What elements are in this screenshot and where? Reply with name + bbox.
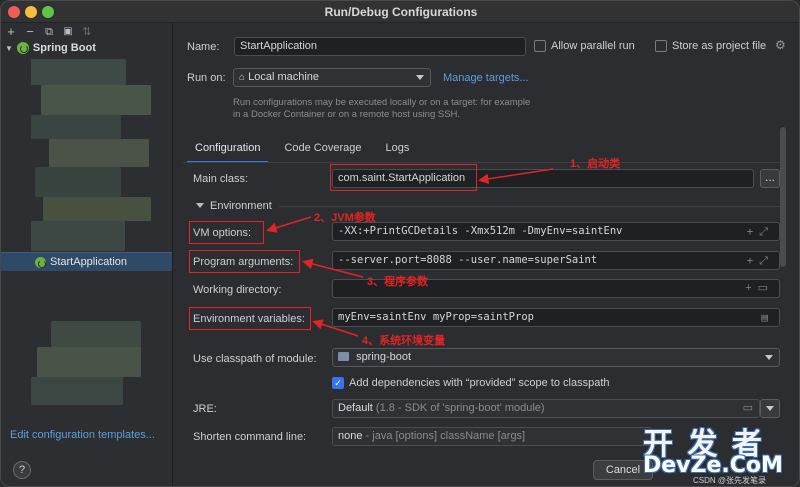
add-dependencies-label: Add dependencies with “provided” scope t… [349, 377, 610, 389]
tab-configuration[interactable]: Configuration [187, 139, 269, 163]
blurred-item [31, 221, 125, 251]
tree-item-label: StartApplication [50, 256, 128, 268]
chevron-down-icon[interactable] [196, 203, 204, 208]
tab-logs[interactable]: Logs [378, 139, 418, 161]
jre-value: Default [338, 402, 373, 414]
blurred-item [37, 347, 141, 377]
run-on-dropdown[interactable]: ⌂ Local machine [233, 68, 431, 87]
tab-code-coverage[interactable]: Code Coverage [276, 139, 369, 161]
environment-section-label[interactable]: Environment [210, 200, 272, 212]
blurred-item [49, 139, 149, 167]
shorten-command-line-detail: - java [options] className [args] [365, 430, 526, 442]
chevron-down-icon [416, 75, 424, 80]
allow-parallel-label: Allow parallel run [551, 40, 635, 52]
blurred-item [31, 59, 126, 85]
shorten-command-line-value: none [338, 430, 363, 442]
shorten-command-line-dropdown[interactable]: none - java [options] className [args] [332, 427, 652, 446]
environment-variables-field[interactable]: myEnv=saintEnv myProp=saintProp ▤ [332, 308, 780, 327]
jre-label: JRE: [193, 403, 217, 415]
vm-options-value: -XX:+PrintGCDetails -Xmx512m -DmyEnv=sai… [338, 225, 623, 237]
home-icon: ⌂ [239, 72, 246, 83]
tree-item-startapplication[interactable]: StartApplication [1, 252, 172, 271]
environment-variables-value: myEnv=saintEnv myProp=saintProp [338, 311, 534, 323]
add-icon[interactable]: + [5, 25, 17, 39]
close-window-button[interactable] [8, 6, 20, 18]
main-class-label: Main class: [193, 173, 249, 185]
watermark-csdn: CSDN @张先发笔录 [693, 476, 767, 485]
minimize-window-button[interactable] [25, 6, 37, 18]
tabs-divider [183, 162, 781, 163]
name-field[interactable]: StartApplication [234, 37, 526, 56]
classpath-module-dropdown[interactable]: spring-boot [332, 348, 780, 367]
sidebar-toolbar: + − ⧉ ▣ ⇅ [1, 23, 172, 41]
run-on-label: Run on: [187, 72, 226, 84]
name-label: Name: [187, 41, 220, 53]
expand-icon[interactable]: +⤢ [747, 223, 774, 240]
blurred-item [51, 321, 141, 347]
chevron-down-icon [765, 355, 773, 360]
add-dependencies-checkbox[interactable]: ✓ [332, 377, 344, 389]
store-project-checkbox[interactable] [655, 40, 667, 52]
tree-root-spring-boot[interactable]: ▼ Spring Boot [5, 42, 96, 54]
manage-targets-link[interactable]: Manage targets... [443, 72, 529, 84]
run-on-hint: Run configurations may be executed local… [233, 97, 531, 120]
annotation-main-class: 1、启动类 [570, 158, 621, 170]
classpath-module-label: Use classpath of module: [193, 353, 317, 365]
sort-icon[interactable]: ⇅ [81, 25, 93, 39]
vm-options-field[interactable]: -XX:+PrintGCDetails -Xmx512m -DmyEnv=sai… [332, 222, 780, 241]
annotation-jvm-params: 2、JVM参数 [314, 212, 376, 224]
environment-divider [279, 206, 781, 207]
annotation-box-program-arguments [189, 250, 300, 273]
program-arguments-field[interactable]: --server.port=8088 --user.name=superSain… [332, 251, 780, 270]
copy-icon[interactable]: ⧉ [43, 25, 55, 39]
window-title: Run/Debug Configurations [324, 5, 478, 19]
chevron-down-icon[interactable]: ▼ [5, 44, 13, 53]
jre-field[interactable]: Default (1.8 - SDK of 'spring-boot' modu… [332, 399, 760, 418]
jre-dropdown-button[interactable] [760, 399, 780, 418]
tree-root-label: Spring Boot [32, 42, 96, 54]
classpath-module-value: spring-boot [356, 351, 412, 363]
blurred-item [31, 115, 121, 139]
shorten-command-line-label: Shorten command line: [193, 431, 307, 443]
expand-icon[interactable]: +⤢ [747, 252, 774, 269]
chevron-down-icon [766, 406, 774, 411]
spring-boot-icon [16, 42, 29, 54]
program-arguments-value: --server.port=8088 --user.name=superSain… [338, 254, 598, 266]
annotation-box-main-class [330, 164, 477, 191]
help-button[interactable]: ? [13, 461, 31, 479]
title-bar: Run/Debug Configurations [1, 1, 799, 23]
scrollbar-thumb[interactable] [780, 127, 786, 267]
folder-open-icon[interactable]: ▭ [743, 400, 753, 417]
blurred-configuration-list [31, 59, 151, 434]
annotation-box-vm-options [189, 221, 264, 244]
document-icon[interactable]: ▤ [761, 309, 774, 326]
folder-open-icon[interactable]: +▭ [745, 280, 774, 297]
allow-parallel-checkbox[interactable] [534, 40, 546, 52]
annotation-env-vars: 4、系统环境变量 [362, 335, 446, 347]
annotation-box-environment-variables [189, 307, 311, 330]
zoom-window-button[interactable] [42, 6, 54, 18]
folder-icon[interactable]: ▣ [62, 25, 74, 39]
edit-configuration-templates-link[interactable]: Edit configuration templates... [10, 429, 155, 441]
configurations-sidebar: + − ⧉ ▣ ⇅ ▼ Spring Boot StartApplication… [1, 23, 173, 486]
module-folder-icon [338, 352, 349, 361]
working-directory-label: Working directory: [193, 284, 282, 296]
configuration-editor: Name: StartApplication Allow parallel ru… [173, 23, 799, 486]
gear-icon[interactable]: ⚙ [775, 38, 786, 52]
blurred-item [41, 85, 151, 115]
remove-icon[interactable]: − [24, 25, 36, 39]
blurred-item [35, 167, 121, 197]
annotation-program-args: 3、程序参数 [367, 276, 429, 288]
run-debug-configurations-window: Run/Debug Configurations + − ⧉ ▣ ⇅ ▼ Spr… [0, 0, 800, 487]
store-project-label: Store as project file [672, 40, 767, 52]
run-on-value: Local machine [248, 71, 320, 83]
blurred-item [31, 377, 123, 405]
blurred-item [43, 197, 151, 221]
config-tabs: Configuration Code Coverage Logs [187, 139, 418, 163]
annotation-arrow-2 [266, 216, 312, 233]
main-class-browse-button[interactable]: ... [760, 169, 780, 188]
jre-detail: (1.8 - SDK of 'spring-boot' module) [375, 402, 545, 414]
spring-boot-icon [35, 256, 46, 268]
